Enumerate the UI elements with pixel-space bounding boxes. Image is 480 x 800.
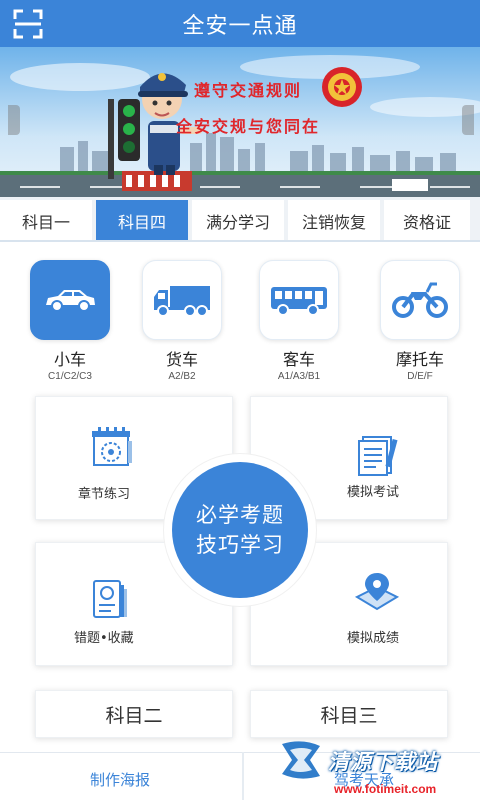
truck-icon <box>154 286 210 317</box>
vehicle-truck[interactable]: 货车 A2/B2 <box>140 260 224 382</box>
vehicle-car-tile <box>30 260 110 340</box>
vehicle-motorcycle-tile <box>380 260 460 340</box>
banner-next-arrow[interactable] <box>462 105 474 135</box>
tab-full-score-study[interactable]: 满分学习 <box>192 200 284 241</box>
car-icon <box>46 290 95 312</box>
vehicle-bus-license: A1/A3/B1 <box>277 371 321 382</box>
mock-exam-icon <box>358 436 398 476</box>
study-grid: 章节练习 模拟考试 错题•收藏 模拟成绩 必学考题 技巧学习 <box>0 392 480 674</box>
vehicle-truck-label: 货车 <box>165 350 198 369</box>
watermark-title: 清源下载站 <box>328 750 438 774</box>
tab-qualification[interactable]: 资格证 <box>384 200 470 241</box>
banner-carousel[interactable]: 遵守交通规则 全安交规与您同在 <box>0 47 480 197</box>
banner-slogan-2: 全安交规与您同在 <box>176 117 321 136</box>
subject-three-button[interactable]: 科目三 <box>250 690 448 738</box>
scan-icon[interactable] <box>12 8 44 40</box>
mock-scores-icon <box>354 573 400 611</box>
must-learn-tips-circle: 必学考题 技巧学习 <box>172 462 308 598</box>
vehicle-truck-tile <box>142 260 222 340</box>
must-learn-label: 必学考题 <box>196 503 284 527</box>
motorcycle-icon <box>392 282 448 318</box>
tips-study-label: 技巧学习 <box>196 533 284 557</box>
app-screen: 全安一点通 遵守交通规则 全安交规与您同在 科目一 科目四 满分学习 注销恢复 … <box>0 0 480 800</box>
bus-icon <box>271 287 327 316</box>
app-title: 全安一点通 <box>182 13 298 39</box>
chapter-practice-icon <box>92 427 132 466</box>
mock-scores-label: 模拟成绩 <box>347 631 400 646</box>
tabs-divider <box>0 240 480 242</box>
vehicle-motorcycle-license: D/E/F <box>407 371 433 382</box>
vehicle-bus[interactable]: 客车 A1/A3/B1 <box>257 260 341 382</box>
wrong-favorites-label: 错题•收藏 <box>74 631 134 646</box>
bottom-divider <box>242 752 244 800</box>
make-poster-button[interactable]: 制作海报 <box>0 761 240 797</box>
watermark-url: www.fotimeit.com <box>334 782 437 796</box>
vehicle-car[interactable]: 小车 C1/C2/C3 <box>28 260 112 382</box>
tab-subject-four[interactable]: 科目四 <box>96 200 188 241</box>
subject-tabs: 科目一 科目四 满分学习 注销恢复 资格证 <box>0 197 480 241</box>
wrong-favorites-icon <box>93 580 127 618</box>
tab-subject-one[interactable]: 科目一 <box>0 200 92 241</box>
vehicle-truck-license: A2/B2 <box>168 371 196 382</box>
vehicle-type-row: 小车 C1/C2/C3 货车 A2/B2 客车 A1/A3/B1 摩托车 D/E… <box>0 260 480 384</box>
vehicle-car-license: C1/C2/C3 <box>48 371 92 382</box>
vehicle-car-label: 小车 <box>53 350 86 369</box>
download-site-watermark: 站 清源下载站 www.fotimeit.com <box>276 736 480 800</box>
vehicle-motorcycle-label: 摩托车 <box>395 350 444 369</box>
mock-exam-label: 模拟考试 <box>347 485 400 500</box>
vehicle-bus-label: 客车 <box>282 350 315 369</box>
banner-prev-arrow[interactable] <box>8 105 20 135</box>
tab-cancellation-recovery[interactable]: 注销恢复 <box>288 200 380 241</box>
banner-slogan-1: 遵守交通规则 <box>194 81 303 100</box>
app-header: 全安一点通 <box>0 0 480 47</box>
chapter-practice-label: 章节练习 <box>78 487 131 502</box>
banner-page-indicator <box>392 179 428 191</box>
vehicle-bus-tile <box>259 260 339 340</box>
must-learn-tips-button[interactable]: 必学考题 技巧学习 <box>164 454 316 606</box>
subject-two-button[interactable]: 科目二 <box>35 690 233 738</box>
watermark-logo-icon <box>282 741 320 779</box>
vehicle-motorcycle[interactable]: 摩托车 D/E/F <box>378 260 462 382</box>
